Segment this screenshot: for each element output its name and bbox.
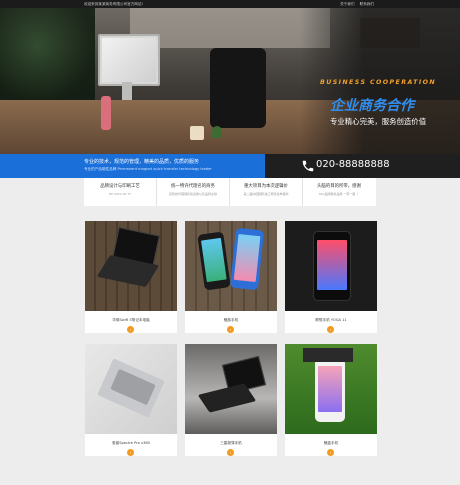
feature-title: 统一特许代理名的商务 xyxy=(171,184,215,189)
band-slogan: 专业的技术，规范的管理，精美的品质，优质的服务 xyxy=(84,159,200,165)
welcome-text: 欢迎来到某某商务有限公司官方网站! xyxy=(84,2,143,6)
product-card[interactable]: 三星超薄手机 › xyxy=(185,344,277,456)
product-caption[interactable]: 惠普Spectre Pro x360 xyxy=(85,441,177,446)
phone-icon xyxy=(302,160,314,172)
hero-monitor-stand xyxy=(122,82,132,100)
product-photo-laptop[interactable] xyxy=(185,344,277,434)
hero-plant xyxy=(0,8,95,103)
phone-number[interactable]: 020-88888888 xyxy=(316,159,390,170)
feature-title: 重大项目为本次逻辑价 xyxy=(244,184,288,189)
feature-sub: 完整的代理销售和资质以及品牌全球 xyxy=(168,192,217,196)
feature-sub: HP CPk1.00 TT xyxy=(109,192,131,196)
arrow-right-icon[interactable]: › xyxy=(227,449,234,456)
contact-band: 专业的技术，规范的管理，精美的品质，优质的服务 专业的产品磁性品牌 Perman… xyxy=(0,154,460,178)
product-photo-phone[interactable] xyxy=(285,344,377,434)
feature-item[interactable]: 重大项目为本次逻辑价 第二届中国国际进口博览会参展商 xyxy=(230,178,303,206)
product-caption[interactable]: 三星超薄手机 xyxy=(185,441,277,446)
product-photo-phone[interactable] xyxy=(285,221,377,311)
hero-chair xyxy=(210,48,266,128)
product-photo-laptop[interactable] xyxy=(85,344,177,434)
slide-subtitle: 专业精心完美，服务创造价值 xyxy=(330,117,427,126)
arrow-right-icon[interactable]: › xyxy=(327,326,334,333)
product-caption[interactable]: 魅族手机 xyxy=(185,318,277,323)
arrow-right-icon[interactable]: › xyxy=(327,449,334,456)
hero-bottle xyxy=(101,96,111,130)
product-card[interactable]: 惠普Spectre Pro x360 › xyxy=(85,344,177,456)
slide-title-en: BUSINESS COOPERATION xyxy=(320,79,437,86)
feature-sub: 第二届中国国际进口博览会参展商 xyxy=(243,192,289,196)
hero-monitor xyxy=(98,34,160,86)
arrow-right-icon[interactable]: › xyxy=(227,326,234,333)
feature-item[interactable]: 统一特许代理名的商务 完整的代理销售和资质以及品牌全球 xyxy=(157,178,230,206)
top-bar: 欢迎来到某某商务有限公司官方网站! 关于我们 联系我们 xyxy=(0,0,460,8)
slide-title-cn: 企业商务合作 xyxy=(330,98,414,114)
product-photo-phones[interactable] xyxy=(185,221,277,311)
feature-title: 头脑的目的所带，感谢 xyxy=(317,184,361,189)
feature-item[interactable]: 品牌设计与印刷工艺 HP CPk1.00 TT xyxy=(84,178,157,206)
feature-strip: 品牌设计与印刷工艺 HP CPk1.00 TT 统一特许代理名的商务 完整的代理… xyxy=(84,178,376,206)
product-card[interactable]: 联想手机 YOGA 11 › xyxy=(285,221,377,333)
product-photo-laptop[interactable] xyxy=(85,221,177,311)
feature-sub: SKY品牌服务品质 一带一路 丨 xyxy=(318,192,360,196)
feature-title: 品牌设计与印刷工艺 xyxy=(100,184,140,189)
product-card[interactable]: 魅蓝手机 › xyxy=(285,344,377,456)
product-card[interactable]: 魅族手机 › xyxy=(185,221,277,333)
top-link-about[interactable]: 关于我们 xyxy=(340,2,354,6)
top-link-contact[interactable]: 联系我们 xyxy=(360,2,374,6)
product-caption[interactable]: 魅蓝手机 xyxy=(285,441,377,446)
arrow-right-icon[interactable]: › xyxy=(127,449,134,456)
arrow-right-icon[interactable]: › xyxy=(127,326,134,333)
hero-cup xyxy=(190,126,204,140)
top-links: 关于我们 联系我们 xyxy=(336,0,374,8)
product-caption[interactable]: 华硕Swift 5笔记本电脑 xyxy=(85,318,177,323)
product-card[interactable]: 华硕Swift 5笔记本电脑 › xyxy=(85,221,177,333)
feature-item[interactable]: 头脑的目的所带，感谢 SKY品牌服务品质 一带一路 丨 xyxy=(303,178,375,206)
band-slogan-sub: 专业的产品磁性品牌 Permanent magnet quick transfe… xyxy=(84,167,212,171)
hero-banner[interactable]: BUSINESS COOPERATION 企业商务合作 专业精心完美，服务创造价… xyxy=(0,8,460,154)
product-caption[interactable]: 联想手机 YOGA 11 xyxy=(285,318,377,323)
hero-cactus xyxy=(212,126,222,138)
